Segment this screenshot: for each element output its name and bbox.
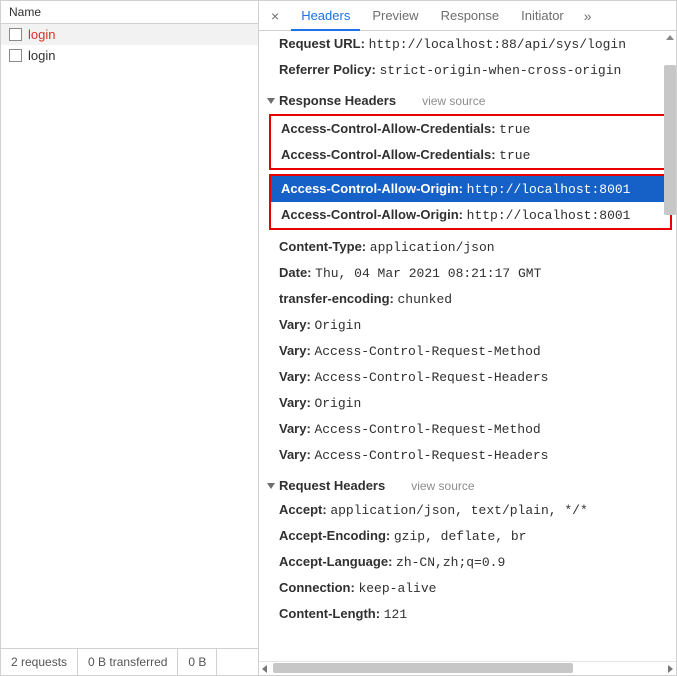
request-checkbox[interactable] [9,28,22,41]
header-key: Access-Control-Allow-Credentials: [281,121,496,136]
header-value: 121 [384,607,407,622]
header-key: Access-Control-Allow-Origin: [281,207,463,222]
horizontal-scrollbar[interactable] [273,663,573,673]
header-key: Connection: [279,580,355,595]
header-value: application/json [370,240,495,255]
request-name: login [28,27,55,42]
header-value: Origin [314,396,361,411]
header-key: Content-Length: [279,606,380,621]
header-key: Accept-Language: [279,554,392,569]
header-value: http://localhost:8001 [467,182,631,197]
view-source-link[interactable]: view source [422,94,485,108]
header-value: zh-CN,zh;q=0.9 [396,555,505,570]
header-row: Vary: Access-Control-Request-Method [259,338,676,364]
section-title: Request Headers [279,478,385,493]
header-value: keep-alive [358,581,436,596]
header-row: transfer-encoding: chunked [259,286,676,312]
header-key: Content-Type: [279,239,366,254]
header-key: Date: [279,265,312,280]
highlight-box: Access-Control-Allow-Origin: http://loca… [269,174,672,230]
header-key: Vary: [279,447,311,462]
request-list: login login [1,24,258,648]
chevron-down-icon [267,98,275,104]
status-requests: 2 requests [1,649,78,675]
header-value: true [499,148,530,163]
tab-response[interactable]: Response [431,1,510,31]
header-value: http://localhost:8001 [467,208,631,223]
header-key: Vary: [279,343,311,358]
tab-headers[interactable]: Headers [291,1,360,31]
request-checkbox[interactable] [9,49,22,62]
header-key: Vary: [279,395,311,410]
header-key: Vary: [279,369,311,384]
header-row: Access-Control-Allow-Credentials: true [271,142,670,168]
header-row: Vary: Origin [259,312,676,338]
header-value: true [499,122,530,137]
status-extra: 0 B [178,649,217,675]
section-request-headers[interactable]: Request Headers view source [259,468,676,497]
header-key: Request URL: [279,36,365,51]
header-row: Connection: keep-alive [259,575,676,601]
devtools-root: Name login login 2 requests 0 B transfer… [0,0,677,676]
header-key: Accept: [279,502,327,517]
header-value: Access-Control-Request-Headers [314,448,548,463]
header-value: Thu, 04 Mar 2021 08:21:17 GMT [315,266,541,281]
header-row: Content-Length: 121 [259,601,676,627]
view-source-link[interactable]: view source [411,479,474,493]
header-row: Accept-Language: zh-CN,zh;q=0.9 [259,549,676,575]
request-list-pane: Name login login 2 requests 0 B transfer… [1,1,259,675]
tab-preview[interactable]: Preview [362,1,428,31]
tab-bar: × Headers Preview Response Initiator » [259,1,676,31]
header-value: Access-Control-Request-Method [314,344,540,359]
status-bar: 2 requests 0 B transferred 0 B [1,648,258,675]
header-value: strict-origin-when-cross-origin [379,63,621,78]
header-value: Access-Control-Request-Method [314,422,540,437]
header-key: Access-Control-Allow-Origin: [281,181,463,196]
tab-initiator[interactable]: Initiator [511,1,574,31]
header-row: Accept-Encoding: gzip, deflate, br [259,523,676,549]
header-value: http://localhost:88/api/sys/login [369,37,626,52]
header-value: Access-Control-Request-Headers [314,370,548,385]
detail-pane: × Headers Preview Response Initiator » R… [259,1,676,675]
status-transferred: 0 B transferred [78,649,178,675]
header-row: Date: Thu, 04 Mar 2021 08:21:17 GMT [259,260,676,286]
section-title: Response Headers [279,93,396,108]
header-row: Accept: application/json, text/plain, */… [259,497,676,523]
header-row: Vary: Access-Control-Request-Method [259,416,676,442]
request-name: login [28,48,55,63]
scroll-right-icon[interactable] [668,665,673,673]
detail-body[interactable]: Request URL: http://localhost:88/api/sys… [259,31,676,661]
section-response-headers[interactable]: Response Headers view source [259,83,676,112]
header-value: Origin [314,318,361,333]
vertical-scrollbar[interactable] [664,65,676,215]
header-key: Vary: [279,421,311,436]
tabs-overflow-icon[interactable]: » [576,8,601,24]
column-header-name[interactable]: Name [1,1,258,24]
header-row: Access-Control-Allow-Credentials: true [271,116,670,142]
request-row[interactable]: login [1,45,258,66]
chevron-down-icon [267,483,275,489]
header-key: transfer-encoding: [279,291,394,306]
scroll-up-icon[interactable] [666,35,674,40]
header-row: Vary: Access-Control-Request-Headers [259,364,676,390]
horizontal-scrollbar-track[interactable] [259,661,676,675]
highlight-box: Access-Control-Allow-Credentials: true A… [269,114,672,170]
header-row: Vary: Origin [259,390,676,416]
header-key: Vary: [279,317,311,332]
header-row: Access-Control-Allow-Origin: http://loca… [271,202,670,228]
header-row: Content-Type: application/json [259,234,676,260]
header-value: application/json, text/plain, */* [330,503,587,518]
header-row: Referrer Policy: strict-origin-when-cros… [259,57,676,83]
header-key: Referrer Policy: [279,62,376,77]
header-key: Access-Control-Allow-Credentials: [281,147,496,162]
header-row-selected[interactable]: Access-Control-Allow-Origin: http://loca… [271,176,670,202]
header-row: Vary: Access-Control-Request-Headers [259,442,676,468]
close-icon[interactable]: × [265,8,289,24]
header-value: gzip, deflate, br [394,529,527,544]
header-key: Accept-Encoding: [279,528,390,543]
header-row: Request URL: http://localhost:88/api/sys… [259,31,676,57]
request-row[interactable]: login [1,24,258,45]
header-value: chunked [397,292,452,307]
scroll-left-icon[interactable] [262,665,267,673]
